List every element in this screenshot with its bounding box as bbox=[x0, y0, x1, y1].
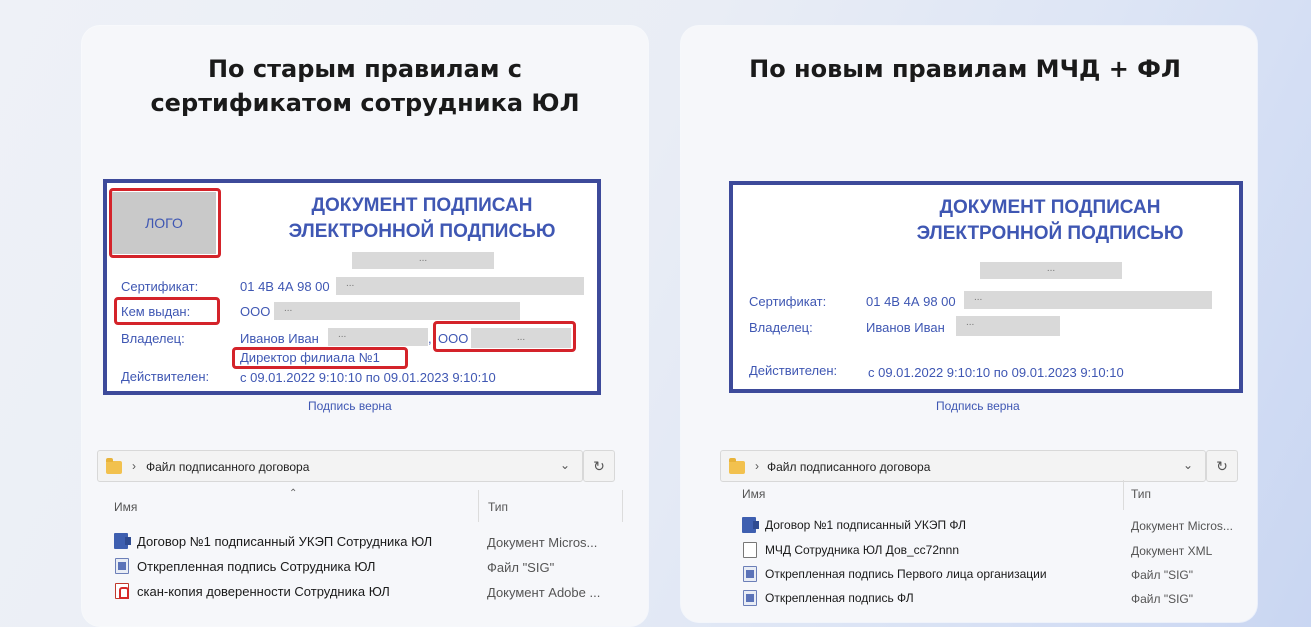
old-file-type-1: Документ Micros... bbox=[487, 535, 598, 550]
new-valid-label: Действителен: bbox=[749, 363, 838, 378]
new-cert-label: Сертификат: bbox=[749, 294, 827, 309]
old-cert-label: Сертификат: bbox=[121, 279, 199, 294]
new-signature-valid-text: Подпись верна bbox=[936, 399, 1020, 413]
new-file-name-4[interactable]: Открепленная подпись ФЛ bbox=[765, 591, 914, 605]
old-owner-label: Владелец: bbox=[121, 331, 185, 346]
new-col-type[interactable]: Тип bbox=[1131, 487, 1151, 501]
old-col-separator bbox=[478, 490, 479, 522]
word-icon bbox=[742, 517, 759, 533]
old-valid-value: с 09.01.2022 9:10:10 по 09.01.2023 9:10:… bbox=[240, 370, 496, 385]
new-owner-value: Иванов Иван bbox=[866, 320, 945, 335]
old-stamp-title: ДОКУМЕНТ ПОДПИСАН ЭЛЕКТРОННОЙ ПОДПИСЬЮ bbox=[272, 193, 572, 245]
new-stamp-title-line2: ЭЛЕКТРОННОЙ ПОДПИСЬЮ bbox=[916, 223, 1184, 244]
old-stamp-serial-redacted: ... bbox=[352, 252, 494, 269]
new-stamp-title: ДОКУМЕНТ ПОДПИСАН ЭЛЕКТРОННОЙ ПОДПИСЬЮ bbox=[900, 195, 1200, 247]
issuer-label-highlight bbox=[114, 297, 220, 325]
old-file-type-2: Файл "SIG" bbox=[487, 560, 555, 575]
new-col-separator bbox=[1123, 480, 1124, 510]
new-col-name[interactable]: Имя bbox=[742, 487, 765, 501]
sig-icon bbox=[743, 590, 757, 606]
sort-up-icon: ⌃ bbox=[289, 488, 298, 499]
old-owner-value: Иванов Иван bbox=[240, 331, 319, 346]
new-stamp-title-line1: ДОКУМЕНТ ПОДПИСАН bbox=[939, 197, 1161, 218]
old-rules-heading-line1: По старым правилам с bbox=[207, 55, 523, 83]
new-address-bar[interactable]: › Файл подписанного договора ⌄ bbox=[720, 450, 1206, 482]
word-icon bbox=[114, 533, 131, 549]
new-file-type-1: Документ Micros... bbox=[1131, 519, 1233, 533]
xml-icon bbox=[743, 542, 757, 558]
old-address-bar[interactable]: › Файл подписанного договора ⌄ bbox=[97, 450, 583, 482]
new-valid-value: с 09.01.2022 9:10:10 по 09.01.2023 9:10:… bbox=[868, 365, 1124, 380]
old-file-name-1[interactable]: Договор №1 подписанный УКЭП Сотрудника Ю… bbox=[137, 534, 432, 549]
old-file-name-2[interactable]: Открепленная подпись Сотрудника ЮЛ bbox=[137, 559, 375, 574]
sig-icon bbox=[743, 566, 757, 582]
chevron-down-icon[interactable]: ⌄ bbox=[560, 458, 570, 472]
old-address-path: Файл подписанного договора bbox=[146, 460, 310, 474]
new-address-path: Файл подписанного договора bbox=[767, 460, 931, 474]
new-refresh-button[interactable]: ↻ bbox=[1206, 450, 1238, 482]
old-col-name[interactable]: Имя bbox=[114, 500, 137, 514]
old-stamp-title-line1: ДОКУМЕНТ ПОДПИСАН bbox=[311, 195, 533, 216]
position-highlight bbox=[232, 347, 408, 369]
old-signature-valid-text: Подпись верна bbox=[308, 399, 392, 413]
old-col-separator-2 bbox=[622, 490, 623, 522]
old-issuer-value: ООО bbox=[240, 304, 271, 319]
old-issuer-redacted: ... bbox=[274, 302, 520, 320]
sig-icon bbox=[115, 558, 129, 574]
new-file-type-3: Файл "SIG" bbox=[1131, 568, 1194, 582]
folder-icon bbox=[729, 458, 745, 474]
new-file-name-3[interactable]: Открепленная подпись Первого лица органи… bbox=[765, 567, 1047, 581]
folder-icon bbox=[106, 458, 122, 474]
new-rules-heading-line1: По новым правилам МЧД + ФЛ bbox=[749, 55, 1181, 83]
chevron-right-icon: › bbox=[755, 459, 759, 473]
old-cert-value: 01 4В 4А 98 00 bbox=[240, 279, 330, 294]
old-owner-redacted: ... bbox=[328, 328, 428, 346]
pdf-icon bbox=[115, 583, 129, 599]
new-stamp-serial-redacted: ... bbox=[980, 262, 1122, 279]
old-col-type[interactable]: Тип bbox=[488, 500, 508, 514]
new-cert-value: 01 4В 4А 98 00 bbox=[866, 294, 956, 309]
chevron-right-icon: › bbox=[132, 459, 136, 473]
old-file-name-3[interactable]: скан-копия доверенности Сотрудника ЮЛ bbox=[137, 584, 390, 599]
new-owner-redacted: ... bbox=[956, 316, 1060, 336]
old-rules-heading-line2: сертификатом сотрудника ЮЛ bbox=[150, 89, 580, 117]
new-rules-heading: По новым правилам МЧД + ФЛ bbox=[700, 52, 1230, 86]
new-file-name-1[interactable]: Договор №1 подписанный УКЭП ФЛ bbox=[765, 518, 966, 532]
new-file-type-2: Документ XML bbox=[1131, 544, 1213, 558]
old-cert-redacted: ... bbox=[336, 277, 584, 295]
new-file-type-4: Файл "SIG" bbox=[1131, 592, 1194, 606]
logo-highlight bbox=[109, 188, 221, 258]
new-file-name-2[interactable]: МЧД Сотрудника ЮЛ Дов_сс72nnn bbox=[765, 543, 959, 557]
old-stamp-title-line2: ЭЛЕКТРОННОЙ ПОДПИСЬЮ bbox=[288, 221, 556, 242]
old-file-type-3: Документ Adobe ... bbox=[487, 585, 601, 600]
new-owner-label: Владелец: bbox=[749, 320, 813, 335]
old-refresh-button[interactable]: ↻ bbox=[583, 450, 615, 482]
new-cert-redacted: ... bbox=[964, 291, 1212, 309]
chevron-down-icon[interactable]: ⌄ bbox=[1183, 458, 1193, 472]
owner-org-highlight bbox=[433, 321, 576, 352]
old-owner-comma: , bbox=[428, 331, 432, 346]
old-valid-label: Действителен: bbox=[121, 369, 210, 384]
old-rules-heading: По старым правилам с сертификатом сотруд… bbox=[100, 52, 630, 120]
